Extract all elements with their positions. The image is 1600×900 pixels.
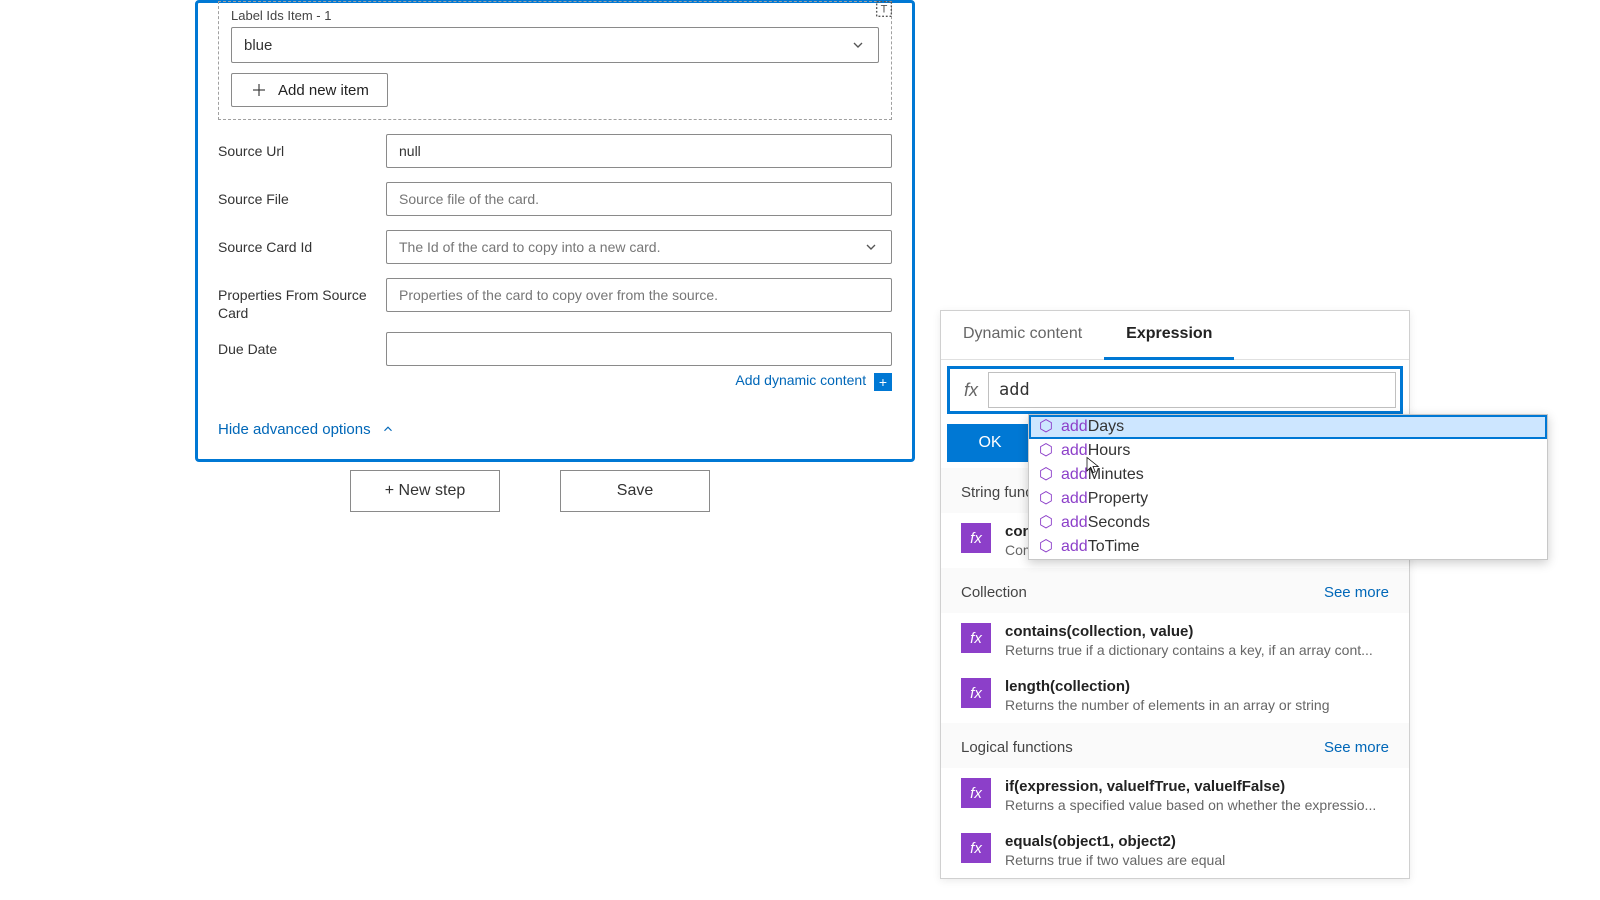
label-ids-array: Label Ids Item - 1 T blue Add new item (218, 1, 892, 120)
autocomplete-item-addMinutes[interactable]: ⬡addMinutes (1029, 463, 1547, 487)
func-sig: contains(collection, value) (1005, 623, 1389, 640)
label-source-file: Source File (218, 182, 368, 208)
see-more-link[interactable]: See more (1324, 584, 1389, 601)
hide-advanced-label: Hide advanced options (218, 421, 371, 438)
fx-square-icon: fx (961, 833, 991, 863)
func-item-equals[interactable]: fx equals(object1, object2) Returns true… (941, 823, 1409, 878)
input-props-from-source[interactable] (386, 278, 892, 312)
cursor-icon (1084, 456, 1102, 474)
autocomplete-item-addHours[interactable]: ⬡addHours (1029, 439, 1547, 463)
save-button[interactable]: Save (560, 470, 710, 512)
label-due-date: Due Date (218, 332, 368, 358)
add-dynamic-content-label: Add dynamic content (735, 372, 866, 388)
func-sig: equals(object1, object2) (1005, 833, 1389, 850)
input-due-date[interactable] (386, 332, 892, 366)
fx-square-icon: fx (961, 778, 991, 808)
row-props-from-source: Properties From Source Card (218, 278, 892, 322)
tab-dynamic-content[interactable]: Dynamic content (941, 311, 1104, 359)
hide-advanced-options-link[interactable]: Hide advanced options (218, 421, 395, 438)
autocomplete-item-addDays[interactable]: ⬡addDays (1029, 415, 1547, 439)
plus-icon (250, 81, 268, 99)
label-ids-value: blue (244, 37, 272, 54)
input-source-url[interactable] (386, 134, 892, 168)
func-desc: Returns the number of elements in an arr… (1005, 697, 1385, 713)
add-new-item-label: Add new item (278, 82, 369, 99)
autocomplete-item-addProperty[interactable]: ⬡addProperty (1029, 487, 1547, 511)
array-toggle-icon[interactable]: T (873, 0, 895, 20)
func-desc: Returns true if two values are equal (1005, 852, 1385, 868)
fx-square-icon: fx (961, 678, 991, 708)
see-more-link[interactable]: See more (1324, 739, 1389, 756)
label-source-url: Source Url (218, 134, 368, 160)
expression-panel: Dynamic content Expression fx OK i Strin… (940, 310, 1410, 879)
func-item-contains[interactable]: fx contains(collection, value) Returns t… (941, 613, 1409, 668)
chevron-down-icon (850, 37, 866, 53)
func-sig: length(collection) (1005, 678, 1389, 695)
func-item-length[interactable]: fx length(collection) Returns the number… (941, 668, 1409, 723)
placeholder-source-card-id: The Id of the card to copy into a new ca… (399, 239, 660, 255)
section-collection: Collection See more (941, 568, 1409, 613)
svg-text:T: T (881, 4, 888, 16)
function-cube-icon: ⬡ (1039, 516, 1053, 530)
expression-input[interactable] (988, 372, 1396, 408)
label-ids-value-dropdown[interactable]: blue (231, 27, 879, 63)
section-title: Collection (961, 584, 1027, 601)
action-card: Label Ids Item - 1 T blue Add new item S… (195, 0, 915, 462)
func-desc: Returns true if a dictionary contains a … (1005, 642, 1385, 658)
label-source-card-id: Source Card Id (218, 230, 368, 256)
row-due-date: Due Date (218, 332, 892, 366)
row-source-url: Source Url (218, 134, 892, 168)
row-source-card-id: Source Card Id The Id of the card to cop… (218, 230, 892, 264)
function-cube-icon: ⬡ (1039, 468, 1053, 482)
ok-button[interactable]: OK (947, 424, 1033, 462)
input-source-card-id[interactable]: The Id of the card to copy into a new ca… (386, 230, 892, 264)
fx-square-icon: fx (961, 523, 991, 553)
chevron-up-icon (381, 422, 395, 436)
add-new-item-button[interactable]: Add new item (231, 73, 388, 107)
expression-tabs: Dynamic content Expression (941, 311, 1409, 360)
autocomplete-item-addSeconds[interactable]: ⬡addSeconds (1029, 511, 1547, 535)
section-title: Logical functions (961, 739, 1073, 756)
function-cube-icon: ⬡ (1039, 540, 1053, 554)
function-cube-icon: ⬡ (1039, 444, 1053, 458)
plus-badge-icon: + (874, 373, 892, 391)
func-item-if[interactable]: fx if(expression, valueIfTrue, valueIfFa… (941, 768, 1409, 823)
function-cube-icon: ⬡ (1039, 492, 1053, 506)
row-source-file: Source File (218, 182, 892, 216)
function-cube-icon: ⬡ (1039, 420, 1053, 434)
input-source-file[interactable] (386, 182, 892, 216)
tab-expression[interactable]: Expression (1104, 311, 1234, 360)
footer-buttons: + New step Save (350, 470, 710, 512)
new-step-button[interactable]: + New step (350, 470, 500, 512)
fx-square-icon: fx (961, 623, 991, 653)
label-props-from-source: Properties From Source Card (218, 278, 368, 322)
fx-icon: fx (954, 380, 988, 401)
autocomplete-popup: ⬡addDays⬡addHours⬡addMinutes⬡addProperty… (1028, 414, 1548, 560)
func-sig: if(expression, valueIfTrue, valueIfFalse… (1005, 778, 1389, 795)
add-dynamic-content-link[interactable]: Add dynamic content + (218, 372, 892, 390)
chevron-down-icon (863, 239, 879, 255)
func-desc: Returns a specified value based on wheth… (1005, 797, 1385, 813)
fx-input-row: fx (947, 366, 1403, 414)
array-item-title: Label Ids Item - 1 (231, 8, 879, 23)
section-logical-functions: Logical functions See more (941, 723, 1409, 768)
autocomplete-item-addToTime[interactable]: ⬡addToTime (1029, 535, 1547, 559)
